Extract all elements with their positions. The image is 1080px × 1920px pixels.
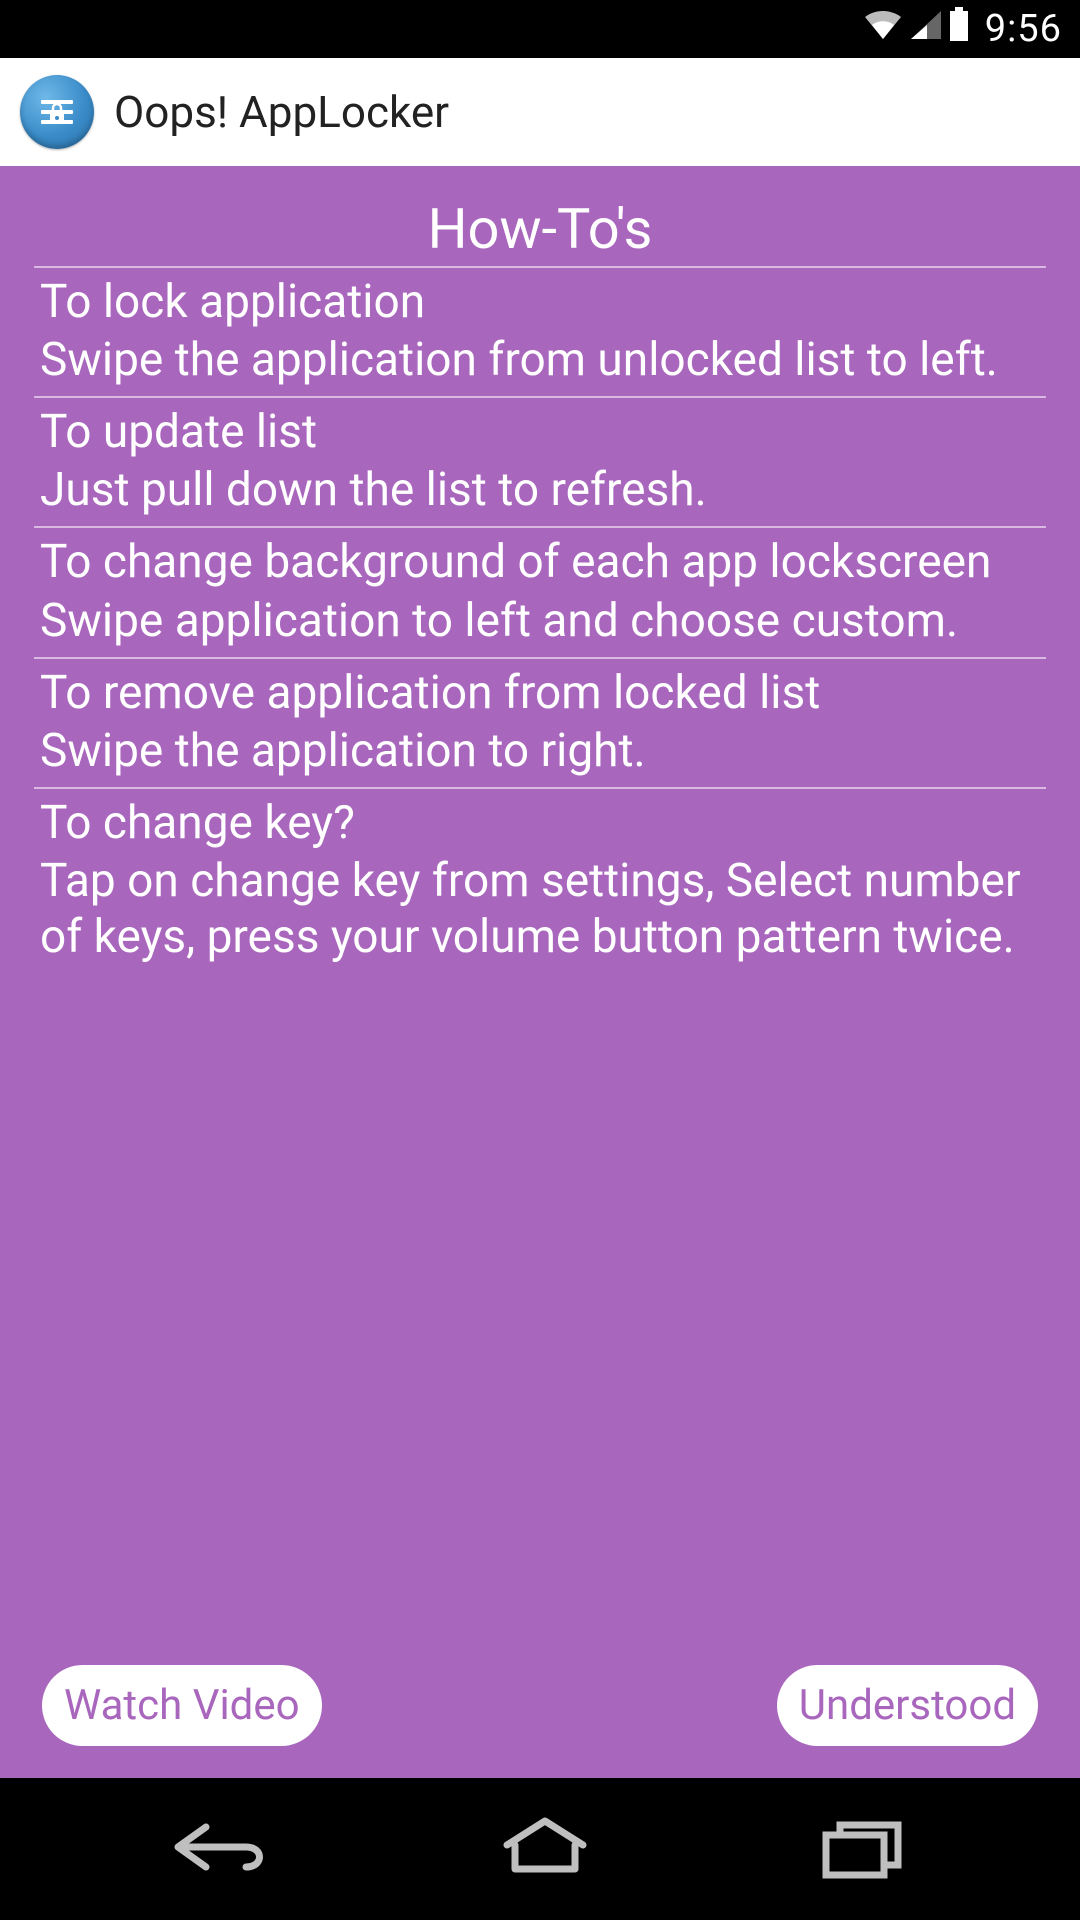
item-title: To change background of each app lockscr… — [40, 534, 1040, 590]
howto-panel: How-To's To lock application Swipe the a… — [0, 166, 1080, 1778]
cell-signal-icon — [909, 7, 943, 51]
item-title: To update list — [40, 404, 1040, 460]
app-lock-icon — [20, 75, 94, 149]
item-body: Just pull down the list to refresh. — [40, 462, 1040, 518]
list-item: To change key? Tap on change key from se… — [34, 789, 1046, 973]
page-title: How-To's — [34, 188, 1046, 272]
recent-apps-icon[interactable] — [812, 1811, 912, 1887]
item-body: Tap on change key from settings, Select … — [40, 853, 1040, 965]
list-item: To remove application from locked list S… — [34, 659, 1046, 789]
status-bar: 9:56 — [0, 0, 1080, 58]
wifi-icon — [863, 7, 903, 51]
item-body: Swipe application to left and choose cus… — [40, 593, 1040, 649]
understood-button[interactable]: Understood — [777, 1665, 1038, 1746]
home-icon[interactable] — [495, 1811, 595, 1887]
app-title: Oops! AppLocker — [114, 86, 449, 138]
status-clock: 9:56 — [985, 7, 1062, 51]
item-title: To remove application from locked list — [40, 665, 1040, 721]
action-bar: Oops! AppLocker — [0, 58, 1080, 166]
navigation-bar — [0, 1778, 1080, 1920]
list-item: To update list Just pull down the list t… — [34, 398, 1046, 528]
howto-list[interactable]: To lock application Swipe the applicatio… — [34, 266, 1046, 1638]
item-title: To change key? — [40, 795, 1040, 851]
back-icon[interactable] — [168, 1811, 278, 1887]
item-body: Swipe the application from unlocked list… — [40, 332, 1040, 388]
watch-video-button[interactable]: Watch Video — [42, 1665, 322, 1746]
list-item: To change background of each app lockscr… — [34, 528, 1046, 658]
button-row: Watch Video Understood — [42, 1665, 1038, 1746]
battery-icon — [949, 7, 969, 51]
item-body: Swipe the application to right. — [40, 723, 1040, 779]
list-item: To lock application Swipe the applicatio… — [34, 268, 1046, 398]
item-title: To lock application — [40, 274, 1040, 330]
